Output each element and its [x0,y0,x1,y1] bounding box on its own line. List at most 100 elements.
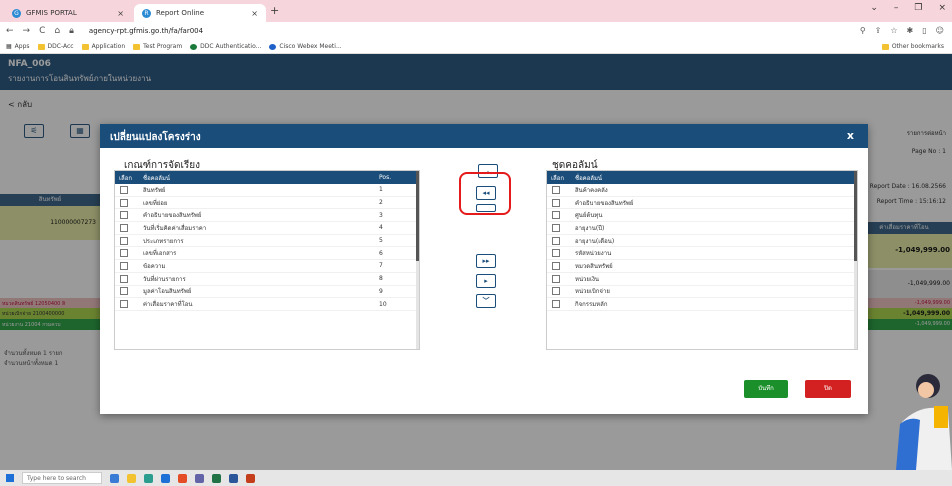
bookmark-application[interactable]: Application [81,43,125,50]
report-favicon-icon: R [142,8,151,18]
outlook-icon[interactable] [161,473,170,483]
toolbar-icons: ⚲ ⇪ ☆ ✱ ▯ ☺ [860,26,944,35]
sort-criteria-list: เลือก ชื่อคอลัมน์ Pos. สินทรัพย์ 1 เลขที่… [114,170,420,350]
column-pos: 7 [379,262,383,270]
windows-start-icon[interactable] [6,474,14,482]
list-item[interactable]: ศูนย์ต้นทุน [547,209,857,223]
list-item[interactable]: หมวดสินทรัพย์ [547,260,857,273]
list-item[interactable]: อายุงาน(ปี) [547,222,857,235]
reload-icon[interactable]: C [39,26,45,36]
profile-icon[interactable]: ☺ [936,26,944,35]
row-checkbox[interactable] [120,198,128,207]
column-pos: 10 [379,300,387,308]
tab-report-online[interactable]: R Report Online × [134,4,266,22]
list-item[interactable]: หน่วยเงิน [547,273,857,286]
header-column-name: ชื่อคอลัมน์ [143,174,171,182]
move-down-button[interactable]: ﹀ [476,294,496,308]
share-icon[interactable]: ⇪ [875,26,882,35]
file-explorer-icon[interactable] [127,473,136,483]
column-name: หมวดสินทรัพย์ [575,262,613,270]
close-button[interactable]: ปิด [805,380,851,398]
row-checkbox[interactable] [552,249,560,258]
excel-icon[interactable] [212,473,221,483]
list-item[interactable]: รหัสหน่วยงาน [547,247,857,261]
home-icon[interactable]: ⌂ [54,26,60,36]
list-item[interactable]: อายุงาน(เดือน) [547,235,857,248]
row-checkbox[interactable] [120,300,128,309]
list-item[interactable]: คำอธิบายของสินทรัพย์ 3 [115,209,419,223]
bookmark-other[interactable]: Other bookmarks [881,43,944,50]
chrome-icon[interactable] [178,473,187,483]
row-checkbox[interactable] [552,198,560,207]
row-checkbox[interactable] [120,261,128,270]
list-item[interactable]: เลขที่ย่อย 2 [115,197,419,210]
row-checkbox[interactable] [552,261,560,270]
scrollbar-thumb[interactable] [854,171,857,261]
word-icon[interactable] [229,473,238,483]
list-item[interactable]: สินค้าคงคลัง [547,184,857,197]
row-checkbox[interactable] [120,236,128,245]
row-checkbox[interactable] [120,185,128,194]
move-all-right-button[interactable]: ▸▸ [476,254,496,268]
row-checkbox[interactable] [552,274,560,283]
teams-icon[interactable] [195,473,204,483]
close-icon[interactable]: x [847,129,854,142]
bookmark-ddc-auth[interactable]: DDC Authenticatio... [190,43,261,50]
column-name: หน่วยเบิกจ่าย [575,288,610,296]
back-arrow-icon[interactable]: ← [6,26,14,36]
sidepanel-icon[interactable]: ▯ [922,26,926,35]
new-tab-icon[interactable]: + [270,4,279,17]
forward-arrow-icon[interactable]: → [23,26,31,36]
edge-icon[interactable] [144,473,153,483]
close-window-icon[interactable]: × [938,3,946,13]
save-button[interactable]: บันทึก [744,380,788,398]
tab-gfmis-portal[interactable]: G GFMIS PORTAL × [4,4,132,22]
scrollbar[interactable] [854,171,857,349]
tab-search-icon[interactable]: ⌄ [870,3,878,13]
extensions-icon[interactable]: ✱ [907,26,914,35]
url-field[interactable]: agency-rpt.gfmis.go.th/fa/far004 [89,27,203,35]
bookmark-ddc-acc[interactable]: DDC-Acc [37,43,74,50]
list-item[interactable]: ข้อความ 7 [115,260,419,273]
lock-icon: 🔒︎ [69,26,74,36]
list-item[interactable]: ประเภทรายการ 5 [115,235,419,248]
column-pos: 1 [379,186,383,194]
list-item[interactable]: เลขที่เอกสาร 6 [115,247,419,261]
list-item[interactable]: กิจกรรมหลัก [547,298,857,311]
list-item[interactable]: คำอธิบายของสินทรัพย์ [547,197,857,210]
row-checkbox[interactable] [120,211,128,220]
minimize-icon[interactable]: – [894,3,899,13]
powerpoint-icon[interactable] [246,473,255,483]
row-checkbox[interactable] [552,185,560,194]
list-item[interactable]: สินทรัพย์ 1 [115,184,419,197]
list-item[interactable]: วันที่เริ่มคิดค่าเสื่อมราคา 4 [115,222,419,235]
row-checkbox[interactable] [120,274,128,283]
scrollbar[interactable] [416,171,419,349]
list-item[interactable]: ค่าเสื่อมราคาที่โอน 10 [115,298,419,311]
zoom-icon[interactable]: ⚲ [860,26,866,35]
row-checkbox[interactable] [120,223,128,232]
restore-icon[interactable]: ❐ [914,3,922,13]
bookmark-apps[interactable]: ▦ Apps [6,43,30,50]
task-view-icon[interactable] [110,473,119,483]
list-item[interactable]: วันที่ผ่านรายการ 8 [115,273,419,286]
row-checkbox[interactable] [552,211,560,220]
bookmark-test-program[interactable]: Test Program [133,43,182,50]
close-tab-icon[interactable]: × [251,9,258,18]
bookmark-webex[interactable]: Cisco Webex Meeti... [269,43,342,50]
row-checkbox[interactable] [552,287,560,296]
move-right-button[interactable]: ▸ [476,274,496,288]
close-tab-icon[interactable]: × [117,9,124,18]
row-checkbox[interactable] [120,287,128,296]
scrollbar-thumb[interactable] [416,171,419,261]
list-header: เลือก ชื่อคอลัมน์ Pos. [115,171,419,184]
row-checkbox[interactable] [552,236,560,245]
star-icon[interactable]: ☆ [890,26,897,35]
row-checkbox[interactable] [552,223,560,232]
row-checkbox[interactable] [552,300,560,309]
column-name: วันที่เริ่มคิดค่าเสื่อมราคา [143,224,207,232]
list-item[interactable]: มูลค่าโอนสินทรัพย์ 9 [115,286,419,299]
row-checkbox[interactable] [120,249,128,258]
list-item[interactable]: หน่วยเบิกจ่าย [547,286,857,299]
taskbar-search-input[interactable]: Type here to search [22,472,102,484]
